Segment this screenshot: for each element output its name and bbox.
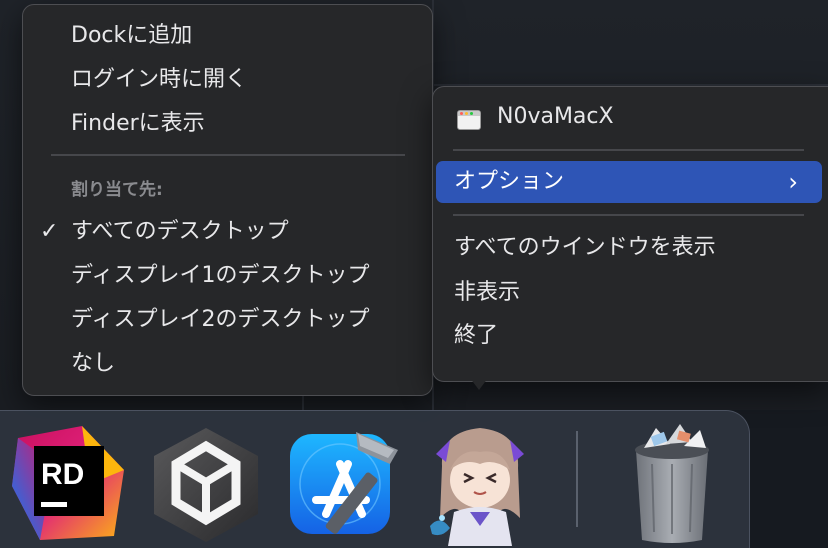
menu-pointer-arrow <box>461 366 497 390</box>
section-header-assign-to: 割り当て先: <box>23 170 432 210</box>
menu-separator <box>453 214 804 216</box>
rider-icon[interactable]: RD <box>10 424 128 542</box>
menu-item-label: 終了 <box>454 323 499 348</box>
menu-item-window-n0vamacx[interactable]: N0vaMacX <box>433 97 828 137</box>
app-options-submenu: Dockに追加 ログイン時に開く Finderに表示 割り当て先: ✓ すべての… <box>22 4 433 396</box>
menu-item-label: なし <box>71 351 116 376</box>
menu-item-none[interactable]: なし <box>23 344 432 384</box>
menu-item-show-in-finder[interactable]: Finderに表示 <box>23 104 432 144</box>
menu-item-label: オプション <box>454 169 565 194</box>
dock-divider <box>576 431 578 527</box>
menu-item-display1-desktop[interactable]: ディスプレイ1のデスクトップ <box>23 256 432 296</box>
menu-item-label: 非表示 <box>454 280 521 305</box>
menu-item-display2-desktop[interactable]: ディスプレイ2のデスクトップ <box>23 300 432 340</box>
dock-context-menu: N0vaMacX オプション › すべてのウインドウを表示 非表示 終了 <box>432 86 828 382</box>
menu-item-label: ログイン時に開く <box>71 67 248 92</box>
menu-item-add-to-dock[interactable]: Dockに追加 <box>23 16 432 56</box>
trash-icon[interactable] <box>622 420 722 546</box>
menu-item-label: Finderに表示 <box>71 111 205 136</box>
chevron-right-icon: › <box>788 168 798 196</box>
menu-item-label: すべてのデスクトップ <box>71 219 289 244</box>
window-edge-line <box>302 396 304 410</box>
menu-item-label: ディスプレイ2のデスクトップ <box>71 307 370 332</box>
menu-item-quit[interactable]: 終了 <box>433 316 828 356</box>
rider-logo-text: RD <box>41 458 84 491</box>
menu-item-hide[interactable]: 非表示 <box>433 273 828 313</box>
menu-item-label: すべてのウインドウを表示 <box>454 235 716 260</box>
menu-item-label: N0vaMacX <box>497 104 614 129</box>
menu-item-open-at-login[interactable]: ログイン時に開く <box>23 60 432 100</box>
menu-item-show-all-windows[interactable]: すべてのウインドウを表示 <box>433 228 828 268</box>
menu-separator <box>51 154 405 156</box>
menu-item-options[interactable]: オプション › <box>436 161 822 203</box>
menu-separator <box>453 149 804 151</box>
checkmark-icon: ✓ <box>40 219 59 244</box>
menu-item-label: ディスプレイ1のデスクトップ <box>71 263 370 288</box>
xcode-icon[interactable] <box>286 424 410 542</box>
anime-character-icon[interactable] <box>420 418 540 548</box>
window-icon <box>457 110 481 130</box>
unity-icon[interactable] <box>150 424 262 542</box>
menu-item-all-desktops[interactable]: ✓ すべてのデスクトップ <box>23 212 432 252</box>
section-header-label: 割り当て先: <box>71 180 163 200</box>
menu-item-label: Dockに追加 <box>71 23 193 48</box>
